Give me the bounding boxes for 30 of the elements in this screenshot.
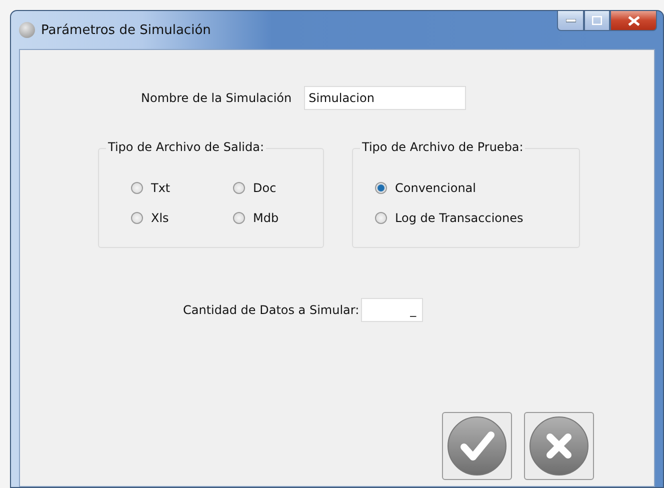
radio-button[interactable] bbox=[131, 182, 143, 194]
cross-icon bbox=[529, 416, 589, 476]
minimize-icon bbox=[566, 18, 576, 22]
minimize-button[interactable] bbox=[557, 11, 584, 31]
radio-button[interactable] bbox=[233, 212, 245, 224]
radio-label: Txt bbox=[151, 181, 170, 195]
radio-button[interactable] bbox=[131, 212, 143, 224]
radio-label: Mdb bbox=[253, 211, 279, 225]
radio-label: Xls bbox=[151, 211, 169, 225]
group-title: Tipo de Archivo de Salida: bbox=[106, 140, 266, 154]
field-label: Cantidad de Datos a Simular: bbox=[183, 303, 360, 317]
close-icon bbox=[628, 16, 640, 26]
window-title: Parámetros de Simulación bbox=[41, 22, 211, 38]
radio-button[interactable] bbox=[375, 182, 387, 194]
group-title: Tipo de Archivo de Prueba: bbox=[360, 140, 526, 154]
input-field[interactable]: Simulacion bbox=[304, 86, 466, 110]
accept-button[interactable] bbox=[442, 412, 512, 480]
maximize-icon bbox=[592, 16, 602, 25]
radio-button[interactable] bbox=[375, 212, 387, 224]
field-label: Nombre de la Simulación bbox=[141, 91, 292, 105]
maximize-button[interactable] bbox=[584, 11, 610, 31]
radio-label: Doc bbox=[253, 181, 276, 195]
radio-button[interactable] bbox=[233, 182, 245, 194]
close-button[interactable] bbox=[610, 11, 657, 31]
cancel-button[interactable] bbox=[524, 412, 594, 480]
radio-label: Convencional bbox=[395, 181, 476, 195]
app-icon bbox=[19, 22, 35, 38]
radio-label: Log de Transacciones bbox=[395, 211, 524, 225]
check-icon bbox=[447, 416, 507, 476]
input-field[interactable]: _ bbox=[361, 298, 424, 322]
